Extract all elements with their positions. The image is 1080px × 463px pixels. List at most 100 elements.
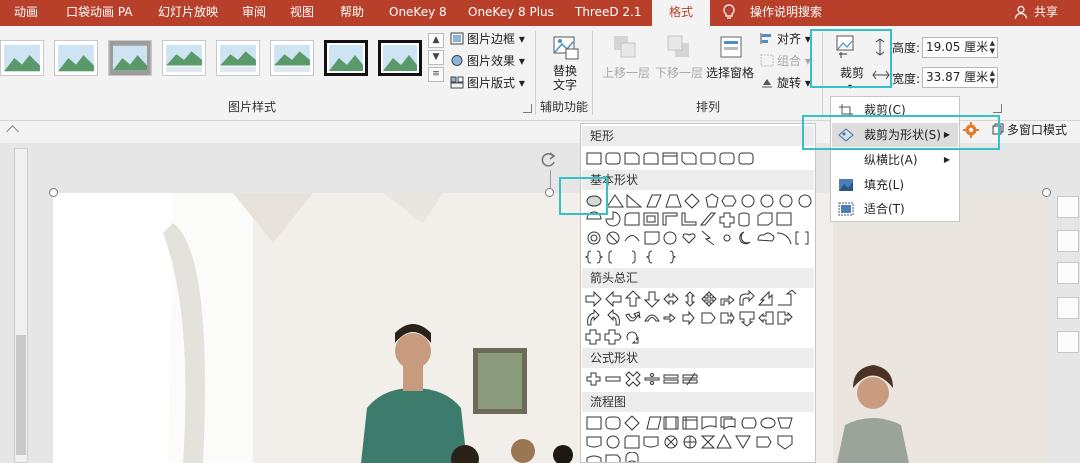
rotate-button[interactable]: 旋转 ▾ [760, 74, 811, 92]
shapes-row-arrows-1[interactable] [584, 290, 814, 308]
picture-style-7[interactable] [324, 40, 368, 76]
bring-forward-icon [614, 36, 636, 58]
picture-style-2[interactable] [54, 40, 98, 76]
menu-item-fit[interactable]: 适合(T) [832, 197, 958, 221]
crop-small-icon [839, 104, 853, 116]
submenu-arrow-icon: ▶ [943, 130, 950, 139]
width-icon [872, 70, 890, 80]
shapes-row-basic-3[interactable] [584, 229, 814, 247]
windows-icon [992, 123, 1004, 135]
crop-dropdown-menu: 裁剪(C) 裁剪为形状(S) ▶ 纵横比(A) ▶ 填充(L) 适合(T) [830, 96, 960, 222]
picture-style-3[interactable] [108, 40, 152, 76]
shapes-row-rectangles[interactable] [584, 150, 814, 168]
picture-effects-button[interactable]: 图片效果 ▾ [450, 52, 525, 70]
menu-item-crop[interactable]: 裁剪(C) [832, 98, 958, 122]
menu-item-crop-to-shape[interactable]: 裁剪为形状(S) ▶ [832, 123, 958, 147]
menu-item-fill[interactable]: 填充(L) [832, 173, 958, 197]
alt-text-button-line2: 文字 [553, 78, 578, 92]
lightbulb-icon [723, 4, 735, 19]
shapes-row-basic-2[interactable] [584, 210, 814, 228]
group-objects-button[interactable]: 组合 ▾ [760, 52, 811, 70]
tab-onekey-8[interactable]: OneKey 8 [389, 0, 447, 26]
send-backward-icon [667, 35, 689, 57]
slide-picture[interactable] [53, 193, 1046, 463]
collapse-ribbon-icon[interactable] [6, 125, 19, 138]
tab-help[interactable]: 帮助 [340, 0, 364, 26]
width-input[interactable]: 33.87 厘米 ▲ ▼ [922, 67, 998, 88]
fill-icon [839, 179, 853, 191]
send-backward-button[interactable]: 下移一层 [655, 64, 703, 82]
shapes-section-basic: 基本形状 [582, 170, 814, 190]
tab-view[interactable]: 视图 [290, 0, 314, 26]
multi-window-mode-button[interactable]: 多窗口模式 [992, 121, 1067, 139]
group-icon [760, 54, 774, 67]
resize-handle-top-right[interactable] [1042, 188, 1051, 197]
layout-options-icon[interactable] [1057, 196, 1079, 218]
ribbon-separator [535, 31, 536, 115]
scrollbar-thumb[interactable] [16, 335, 26, 455]
tab-animations[interactable]: 动画 [14, 0, 38, 26]
size-launcher-icon[interactable] [993, 104, 1002, 113]
align-icon [760, 33, 771, 44]
shapes-row-flowchart-1[interactable] [584, 414, 814, 432]
gallery-scroll-up-icon[interactable]: ▲ [428, 33, 444, 48]
picture-style-1[interactable] [0, 40, 44, 76]
fit-icon [838, 202, 854, 216]
shapes-row-arrows-3[interactable] [584, 328, 814, 346]
picture-style-5[interactable] [216, 40, 260, 76]
shapes-row-flowchart-2[interactable] [584, 433, 814, 451]
picture-styles-launcher-icon[interactable] [523, 104, 532, 113]
picture-style-6[interactable] [270, 40, 314, 76]
shapes-section-equation: 公式形状 [582, 348, 814, 368]
height-input[interactable]: 19.05 厘米 ▲ ▼ [922, 37, 998, 58]
shapes-row-basic-4[interactable] [584, 248, 814, 266]
shapes-section-flowchart: 流程图 [582, 392, 814, 412]
transform-tool-icon[interactable] [1057, 297, 1079, 319]
shapes-row-equation[interactable] [584, 370, 814, 388]
shapes-row-arrows-2[interactable] [584, 309, 814, 327]
tab-pocket-animation[interactable]: 口袋动画 PA [66, 0, 133, 26]
rotate-icon [762, 79, 772, 88]
picture-border-icon [450, 32, 464, 45]
alt-text-icon[interactable] [552, 33, 580, 61]
width-spinner-icon[interactable]: ▲ ▼ [990, 69, 995, 85]
vertical-scrollbar[interactable] [14, 148, 28, 463]
resize-handle-top-middle[interactable] [545, 188, 554, 197]
shapes-row-basic-1[interactable] [584, 192, 814, 210]
shapes-section-rectangles: 矩形 [582, 126, 814, 146]
gallery-more-icon[interactable]: ≡ [428, 67, 444, 82]
rotate-handle-stem [550, 170, 551, 189]
picture-style-8[interactable] [378, 40, 422, 76]
gallery-scroll-down-icon[interactable]: ▼ [428, 50, 444, 65]
bring-forward-button[interactable]: 上移一层 [602, 64, 650, 82]
width-label: 宽度: [892, 72, 921, 86]
picture-layout-button[interactable]: 图片版式 ▾ [450, 74, 525, 92]
gear-icon[interactable] [962, 121, 980, 139]
crop-dropdown-icon[interactable]: ▾ [848, 78, 852, 96]
tab-review[interactable]: 审阅 [242, 0, 266, 26]
tell-me-search[interactable]: 操作说明搜索 [750, 0, 822, 26]
align-button[interactable]: 对齐 ▾ [760, 30, 811, 48]
picture-border-button[interactable]: 图片边框 ▾ [450, 30, 525, 48]
crop-tool-icon[interactable] [1057, 230, 1079, 252]
selection-pane-icon [720, 36, 742, 58]
menu-item-aspect-ratio[interactable]: 纵横比(A) ▶ [832, 148, 958, 172]
height-icon [875, 38, 885, 56]
picture-effects-icon [451, 55, 463, 66]
selection-pane-button[interactable]: 选择窗格 [706, 64, 754, 82]
edit-tool-icon[interactable] [1057, 331, 1079, 353]
picture-style-4[interactable] [162, 40, 206, 76]
share-button[interactable]: 共享 [1034, 0, 1058, 26]
tab-threed[interactable]: ThreeD 2.1 [575, 0, 642, 26]
resize-handle-top-left[interactable] [49, 188, 58, 197]
ribbon-separator [592, 31, 593, 115]
height-spinner-icon[interactable]: ▲ ▼ [990, 39, 995, 55]
arrange-tool-icon[interactable] [1057, 262, 1079, 284]
shapes-row-flowchart-3[interactable] [584, 452, 814, 462]
tab-slideshow[interactable]: 幻灯片放映 [158, 0, 218, 26]
rotate-handle-icon[interactable] [538, 150, 558, 170]
photo-image [53, 193, 1046, 463]
tab-onekey-8-plus[interactable]: OneKey 8 Plus [468, 0, 554, 26]
tab-format[interactable]: 格式 [652, 0, 710, 26]
height-label: 高度: [892, 41, 921, 55]
